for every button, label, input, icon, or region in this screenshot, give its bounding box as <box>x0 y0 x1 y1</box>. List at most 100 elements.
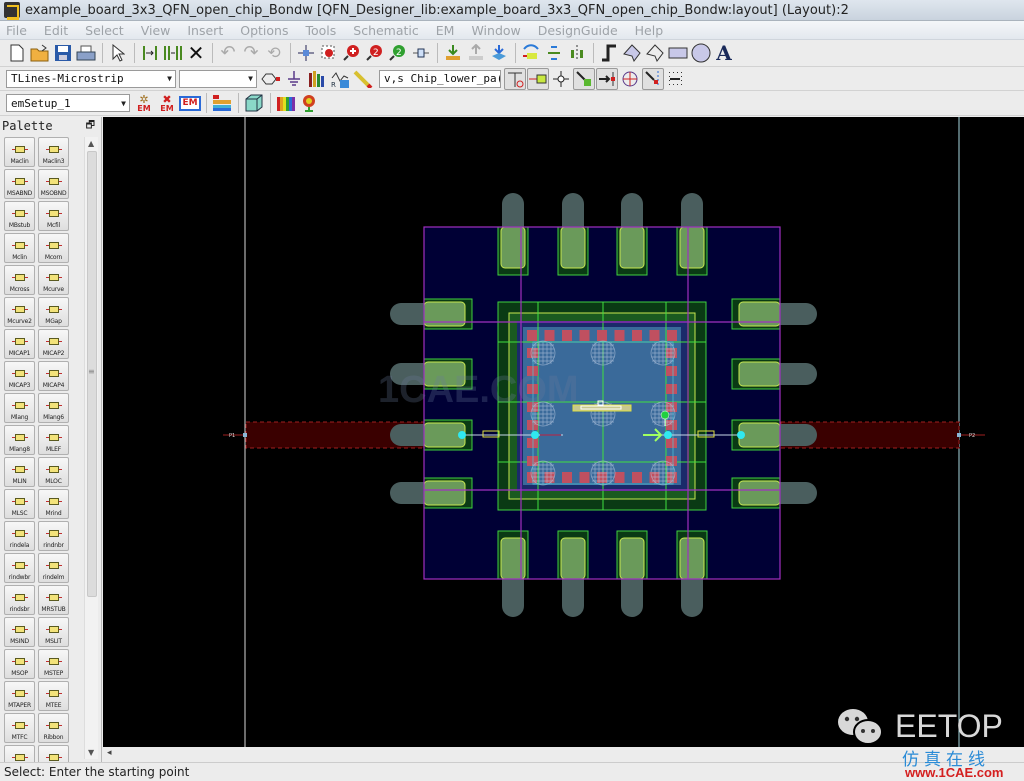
palette-item-ribbon[interactable]: Ribbon <box>38 713 69 743</box>
palette-item-mtee[interactable]: MTEE <box>38 681 69 711</box>
palette-item-mcross[interactable]: Mcross <box>4 265 35 295</box>
palette-item-mloc[interactable]: MLOC <box>38 457 69 487</box>
open-folder-icon[interactable] <box>29 42 51 64</box>
zoom-in-icon[interactable] <box>341 42 363 64</box>
rectangle-icon[interactable] <box>667 42 689 64</box>
layout-canvas[interactable]: 1CAE.COM P1 P2 <box>103 117 1024 747</box>
zoom-in-2-icon[interactable]: 2 <box>364 42 386 64</box>
align-icon[interactable] <box>566 42 588 64</box>
scroll-up-icon[interactable]: ▲ <box>88 139 94 148</box>
flip-icon[interactable] <box>543 42 565 64</box>
palette-item-mlang6[interactable]: Mlang6 <box>38 393 69 423</box>
palette-item-mrstub[interactable]: MRSTUB <box>38 585 69 615</box>
var-eqn-icon[interactable]: R <box>329 68 351 90</box>
palette-item-msop[interactable]: MSOP <box>4 649 35 679</box>
palette-item-mlef[interactable]: MLEF <box>38 425 69 455</box>
palette-item-rindelm[interactable]: rindelm <box>38 553 69 583</box>
palette-item-mlang[interactable]: Mlang <box>4 393 35 423</box>
update-layout-icon[interactable] <box>488 42 510 64</box>
canvas-hscrollbar[interactable]: ◂ <box>103 747 1024 762</box>
scroll-down-icon[interactable]: ▼ <box>88 748 94 757</box>
snap-edge-icon[interactable] <box>504 67 526 90</box>
palette-item-mcurve2[interactable]: Mcurve2 <box>4 297 35 327</box>
menu-insert[interactable]: Insert <box>185 23 225 38</box>
mirror-icon[interactable] <box>520 42 542 64</box>
palette-item-rindwbr[interactable]: rindwbr <box>4 553 35 583</box>
far-field-icon[interactable] <box>298 92 320 114</box>
palette-item-mrind[interactable]: Mrind <box>38 489 69 519</box>
layer-select[interactable]: v,s Chip_lower_pa(▼ <box>379 69 501 88</box>
polygon-icon[interactable] <box>621 42 643 64</box>
em-setup-icon[interactable]: EM <box>179 92 201 114</box>
push-into-hierarchy-icon[interactable] <box>442 42 464 64</box>
palette-item-mtfc[interactable]: MTFC <box>4 713 35 743</box>
palette-item-micap4[interactable]: MICAP4 <box>38 361 69 391</box>
circle-icon[interactable] <box>690 42 712 64</box>
menu-em[interactable]: EM <box>434 23 457 38</box>
menu-file[interactable]: File <box>4 23 29 38</box>
new-file-icon[interactable] <box>6 42 28 64</box>
em-setup-select[interactable]: emSetup_1 ▼ <box>6 94 130 112</box>
palette-select[interactable]: TLines-Microstrip ▼ <box>6 69 176 88</box>
snap-pin-icon[interactable] <box>527 67 549 90</box>
menu-tools[interactable]: Tools <box>303 23 338 38</box>
em-cancel-icon[interactable]: ✖ EM <box>156 92 178 114</box>
library-icon[interactable] <box>306 68 328 90</box>
menu-options[interactable]: Options <box>238 23 290 38</box>
palette-item-mtaper[interactable]: MTAPER <box>4 681 35 711</box>
palette-item-mcurve[interactable]: Mcurve <box>38 265 69 295</box>
pin-icon[interactable] <box>410 42 432 64</box>
text-icon[interactable]: A <box>713 42 735 64</box>
scroll-left-icon[interactable]: ◂ <box>107 748 112 758</box>
palette-item-rindnbr[interactable]: rindnbr <box>38 521 69 551</box>
delete-icon[interactable]: ✕ <box>185 42 207 64</box>
polyline-icon[interactable] <box>644 42 666 64</box>
rotate-icon[interactable]: ⟲ <box>263 42 285 64</box>
port-icon[interactable] <box>260 68 282 90</box>
palette-item-msobnd[interactable]: MSOBND <box>38 169 69 199</box>
palette-item-mcfil[interactable]: Mcfil <box>38 201 69 231</box>
print-icon[interactable] <box>75 42 97 64</box>
palette-item-micap2[interactable]: MICAP2 <box>38 329 69 359</box>
palette-item-msind[interactable]: MSIND <box>4 617 35 647</box>
palette-item-msabnd[interactable]: MSABND <box>4 169 35 199</box>
undo-icon[interactable]: ↶ <box>217 42 239 64</box>
menu-view[interactable]: View <box>139 23 173 38</box>
snap-nearest-icon[interactable] <box>642 67 664 90</box>
snap-grid-icon[interactable] <box>665 68 687 90</box>
menu-designguide[interactable]: DesignGuide <box>536 23 620 38</box>
palette-item-mstep[interactable]: MSTEP <box>38 649 69 679</box>
pop-out-hierarchy-icon[interactable] <box>465 42 487 64</box>
palette-scrollbar[interactable]: ▲ ≡ ▼ <box>84 137 98 759</box>
port-marker-right[interactable] <box>957 433 961 437</box>
visualization-icon[interactable] <box>275 92 297 114</box>
snap-midpoint-icon[interactable] <box>573 67 595 90</box>
zoom-out-2-icon[interactable]: 2 <box>387 42 409 64</box>
palette-item-mlin[interactable]: MLIN <box>4 457 35 487</box>
palette-item-rindsbr[interactable]: rindsbr <box>4 585 35 615</box>
palette-item-maclin[interactable]: Maclin <box>4 137 35 167</box>
palette-item-micap1[interactable]: MICAP1 <box>4 329 35 359</box>
zoom-area-icon[interactable] <box>318 42 340 64</box>
palette-item-mbstub[interactable]: MBstub <box>4 201 35 231</box>
menu-help[interactable]: Help <box>633 23 666 38</box>
palette-item-maclin3[interactable]: Maclin3 <box>38 137 69 167</box>
redo-icon[interactable]: ↷ <box>240 42 262 64</box>
palette-item-micap3[interactable]: MICAP3 <box>4 361 35 391</box>
palette-item-mlang8[interactable]: Mlang8 <box>4 425 35 455</box>
select-pointer-icon[interactable] <box>107 42 129 64</box>
ground-icon[interactable] <box>283 68 305 90</box>
palette-item-mgap[interactable]: MGap <box>38 297 69 327</box>
em-simulate-icon[interactable]: ✲ EM <box>133 92 155 114</box>
selection-handle[interactable] <box>660 410 670 420</box>
snap-vertex-icon[interactable] <box>550 68 572 90</box>
palette-item-mslit[interactable]: MSLIT <box>38 617 69 647</box>
component-select[interactable]: ▼ <box>179 69 257 88</box>
palette-item-mcorn[interactable]: Mcorn <box>38 233 69 263</box>
insert-port-icon[interactable] <box>139 42 161 64</box>
snap-center-icon[interactable] <box>619 68 641 90</box>
insert-component-icon[interactable] <box>162 42 184 64</box>
edit-pencil-icon[interactable] <box>352 68 374 90</box>
port-marker-left[interactable] <box>243 433 247 437</box>
substrate-icon[interactable] <box>211 92 233 114</box>
